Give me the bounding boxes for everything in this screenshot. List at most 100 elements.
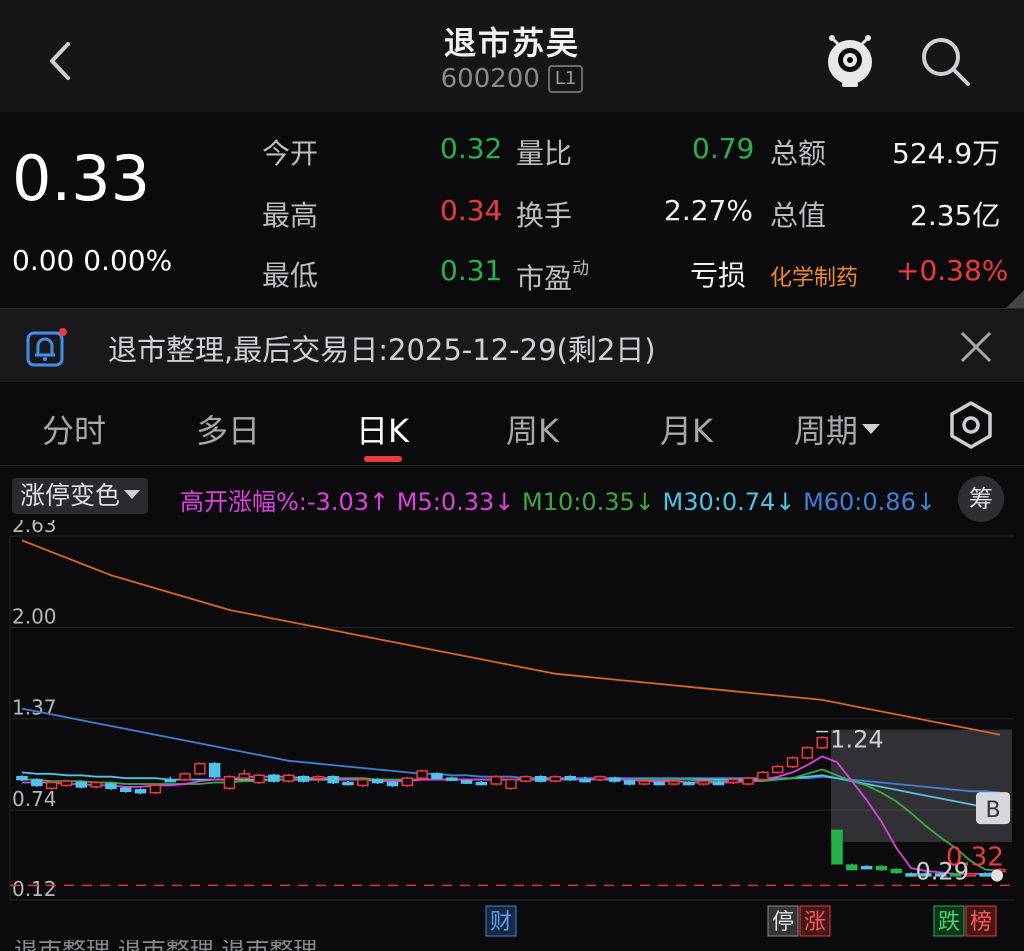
candle-up [549,775,562,782]
candle-down [623,780,636,785]
market-cap-label: 总值 [770,199,827,232]
footer-text: 退市整理 退市整理 退市整理 [14,940,317,951]
candle-down [164,778,176,783]
candle-down [342,781,354,786]
chip-distribution-button[interactable]: 筹 [958,476,1004,522]
candle-down [460,780,473,784]
last-price-annotation: 0.32 [946,843,1004,873]
tab-multiday[interactable]: 多日 [196,406,260,452]
turnover-rate-label: 换手 [516,199,573,232]
high-annotation: 1.24 [830,726,883,754]
kline-chart[interactable]: 2.632.001.370.740.121.240.290.32B财停涨跌榜 [0,520,1024,940]
high-value: 0.34 [440,194,503,227]
candle-up [520,775,532,782]
footer-strip: 退市整理 退市整理 退市整理 [0,940,1024,951]
market-cap-value: 2.35亿 [910,199,1001,232]
low-value: 0.31 [440,254,503,287]
tab-period-dropdown[interactable]: 周期 [794,406,881,452]
settings-hexagon-icon[interactable] [946,400,996,450]
volume-ratio-label: 量比 [516,137,573,170]
b-marker-label: B [985,798,1000,823]
candle-up [771,765,784,774]
candle-down [712,781,725,786]
event-tag-label: 涨 [804,910,826,935]
search-icon[interactable] [918,34,972,88]
limit-color-selector[interactable]: 涨停变色 [12,478,149,514]
event-tag-label: 停 [772,910,794,935]
candle-up [668,780,680,785]
candle-down [475,781,488,786]
event-tag-label: 财 [490,910,512,935]
candle-down [31,778,43,787]
tab-daily-k[interactable]: 日K [356,406,409,452]
candle-up [179,773,191,781]
candle-up [416,770,428,779]
candle-down [608,777,621,782]
ma-legend: 高开涨幅%:-3.03↑ M5:0.33↓ M10:0.35↓ M30:0.74… [180,482,936,517]
m60-value: M60:0.86↓ [803,488,936,516]
candle-up [490,775,502,785]
candle-down [831,829,843,865]
candle-up [282,774,295,782]
stock-code: 600200 [440,64,540,94]
m5-value: M5:0.33↓ [396,488,515,516]
candle-up [638,780,651,785]
candle-down [327,775,339,784]
candle-down [75,781,88,788]
candle-up [816,736,828,749]
high-label: 最高 [262,199,319,232]
tab-monthly-k[interactable]: 月K [660,406,713,452]
active-tab-indicator [364,456,402,462]
mascot-icon[interactable] [820,30,880,90]
low-label: 最低 [262,259,319,292]
level-badge: L1 [547,65,584,93]
open-value: 0.32 [440,132,503,165]
candle-down [564,775,577,781]
candle-up [505,778,517,790]
quote-panel: 0.33 0.00 0.00% 今开 0.32 量比 0.79 总额 524.9… [0,112,1024,308]
y-tick-label: 2.00 [12,604,57,628]
caret-down-icon [862,424,881,434]
close-icon[interactable] [956,327,996,367]
pe-value: 亏损 [690,259,747,292]
expand-corner[interactable] [1006,290,1024,308]
candle-down [860,865,873,870]
caret-down-icon [124,490,141,499]
candle-down [371,778,384,784]
candle-up [757,771,769,781]
m10-value: M10:0.35↓ [522,488,655,516]
candle-down [683,781,695,786]
open-label: 今开 [262,137,319,170]
tab-intraday[interactable]: 分时 [42,406,106,452]
candle-down [653,781,665,786]
last-price: 0.33 [12,142,151,215]
event-tag-label: 榜 [970,910,992,935]
sector-name[interactable]: 化学制药 [770,260,858,292]
candle-down [268,774,280,782]
last-price-dot [991,869,1003,882]
candle-up [223,775,236,790]
candle-up [90,781,102,788]
candle-down [134,789,147,794]
candle-up [357,778,369,787]
turnover-rate-value: 2.27% [664,194,753,227]
notice-text: 退市整理,最后交易日:2025-12-29(剩2日) [108,333,656,367]
price-change: 0.00 0.00% [12,244,173,277]
candle-down [890,868,903,874]
candle-up [194,762,206,775]
candle-up [45,781,58,790]
candle-up [238,773,251,779]
candle-up [312,775,325,780]
candle-up [594,775,606,781]
candle-down [208,762,221,778]
candle-down [445,777,458,781]
candle-up [401,777,414,787]
candle-down [431,773,443,779]
pe-label: 市盈动 [516,259,590,295]
candle-down [579,778,591,783]
turnover-amount-value: 524.9万 [892,137,1001,170]
y-tick-label: 1.37 [12,696,57,720]
delisting-notice[interactable]: 退市整理,最后交易日:2025-12-29(剩2日) [0,308,1024,382]
tab-weekly-k[interactable]: 周K [506,406,559,452]
y-tick-label: 0.12 [12,877,57,901]
